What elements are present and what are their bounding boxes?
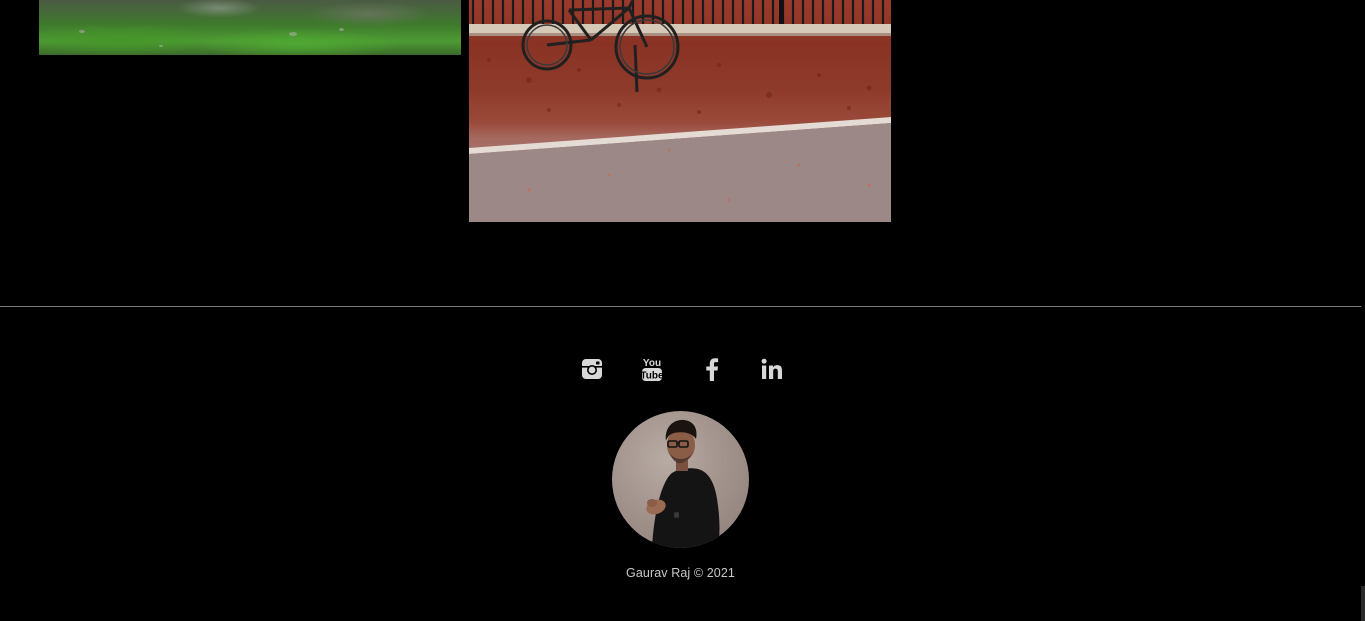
page: You Tube Gaurav Raj © 2021	[0, 0, 1365, 621]
gallery-photo-bicycle[interactable]	[469, 0, 891, 222]
linkedin-icon	[761, 358, 782, 379]
youtube-link[interactable]: You Tube	[630, 352, 674, 386]
footer-divider	[0, 306, 1361, 307]
youtube-icon: You Tube	[641, 358, 663, 382]
avatar	[612, 411, 749, 548]
grass-speck	[289, 32, 297, 36]
svg-text:You: You	[643, 358, 661, 369]
social-links: You Tube	[570, 352, 794, 386]
bicycle-scene	[469, 0, 891, 222]
facebook-icon	[706, 358, 719, 381]
instagram-link[interactable]	[570, 352, 614, 386]
grass-speck	[339, 28, 344, 31]
scrollbar-thumb[interactable]	[1361, 586, 1365, 621]
grass-speck	[79, 30, 85, 33]
linkedin-link[interactable]	[750, 352, 794, 386]
person-portrait	[646, 419, 720, 548]
instagram-icon	[582, 359, 602, 379]
grass-speck	[159, 45, 163, 47]
facebook-link[interactable]	[690, 352, 734, 386]
copyright-text: Gaurav Raj © 2021	[626, 566, 735, 580]
svg-text:Tube: Tube	[641, 371, 663, 382]
gallery-photo-grass[interactable]	[39, 0, 461, 55]
